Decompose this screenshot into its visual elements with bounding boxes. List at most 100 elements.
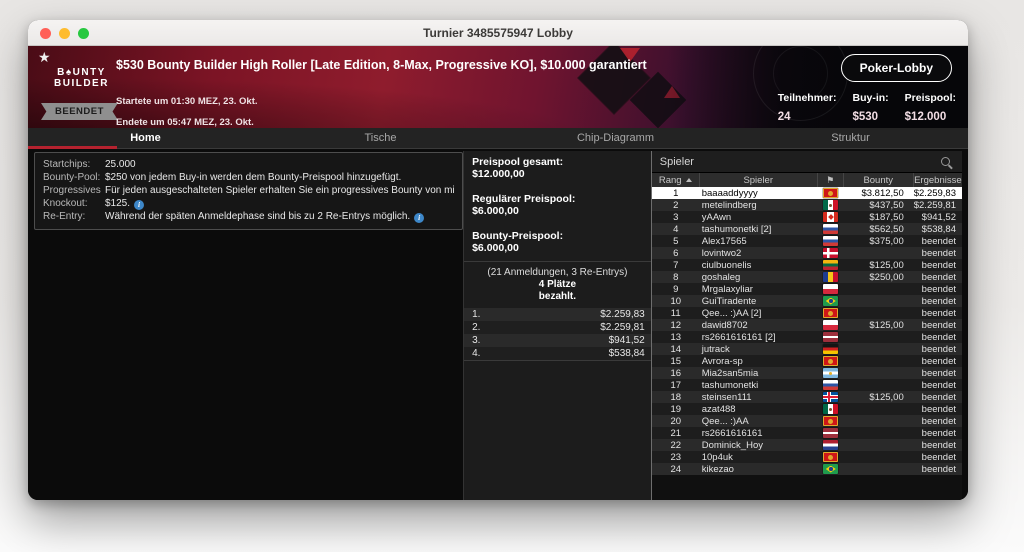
- player-flag-cell: [818, 416, 844, 426]
- table-row[interactable]: 16 Mia2san5mia beendet: [652, 367, 962, 379]
- payout-row[interactable]: 4. $538,84: [464, 347, 651, 360]
- table-row[interactable]: 5 Alex17565 $375,00 beendet: [652, 235, 962, 247]
- country-flag-icon: [823, 236, 838, 246]
- country-flag-icon: [823, 308, 838, 318]
- column-header-results[interactable]: Ergebnisse: [914, 173, 962, 187]
- table-row[interactable]: 4 tashumonetki [2] $562,50 $538,84: [652, 223, 962, 235]
- table-row[interactable]: 21 rs2661616161 beendet: [652, 427, 962, 439]
- player-rank: 15: [652, 356, 700, 367]
- poker-lobby-button[interactable]: Poker-Lobby: [841, 54, 952, 82]
- payout-row[interactable]: 3. $941,52: [464, 334, 651, 347]
- table-row[interactable]: 23 10p4uk beendet: [652, 451, 962, 463]
- player-name: Qee... :)AA: [700, 416, 818, 427]
- table-row[interactable]: 22 Dominick_Hoy beendet: [652, 439, 962, 451]
- table-row[interactable]: 19 azat488 beendet: [652, 403, 962, 415]
- bounty-builder-logo: B♠UNTY BUILDER: [54, 67, 109, 89]
- table-row[interactable]: 2 metelindberg $437,50 $2.259,81: [652, 199, 962, 211]
- table-row[interactable]: 7 ciulbuonelis $125,00 beendet: [652, 259, 962, 271]
- player-bounty: $250,00: [844, 272, 914, 283]
- table-row[interactable]: 13 rs2661616161 [2] beendet: [652, 331, 962, 343]
- player-flag-cell: [818, 392, 844, 402]
- player-rank: 6: [652, 248, 700, 259]
- header-stat: Teilnehmer: 24: [778, 92, 837, 123]
- player-flag-cell: [818, 332, 844, 342]
- table-row[interactable]: 20 Qee... :)AA beendet: [652, 415, 962, 427]
- column-header-flag[interactable]: ⚑: [818, 173, 844, 187]
- payout-place: 1.: [472, 308, 480, 321]
- info-row-label: Knockout:: [43, 197, 101, 210]
- table-row[interactable]: 14 jutrack beendet: [652, 343, 962, 355]
- player-flag-cell: [818, 320, 844, 330]
- player-flag-cell: [818, 380, 844, 390]
- tournament-lobby-window: Turnier 3485575947 Lobby ★ B♠UNTY BUILDE…: [28, 20, 968, 500]
- column-header-bounty[interactable]: Bounty: [844, 173, 914, 187]
- header-stats: Teilnehmer: 24 Buy-in: $530 Preispool: $…: [778, 92, 956, 123]
- minimize-window-button[interactable]: [59, 28, 70, 39]
- payout-row[interactable]: 1. $2.259,83: [464, 308, 651, 321]
- table-row[interactable]: 24 kikezao beendet: [652, 463, 962, 475]
- player-rank: 9: [652, 284, 700, 295]
- player-name: azat488: [700, 404, 818, 415]
- table-row[interactable]: 10 GuiTiradente beendet: [652, 295, 962, 307]
- tab[interactable]: Home: [28, 128, 263, 148]
- tab[interactable]: Struktur: [733, 128, 968, 148]
- country-flag-icon: [823, 332, 838, 342]
- player-flag-cell: [818, 260, 844, 270]
- table-row[interactable]: 8 goshaleg $250,00 beendet: [652, 271, 962, 283]
- player-flag-cell: [818, 212, 844, 222]
- player-search-bar: Spieler: [652, 151, 962, 173]
- country-flag-icon: [823, 344, 838, 354]
- tournament-title: $530 Bounty Builder High Roller [Late Ed…: [116, 58, 647, 72]
- places-line: 4 Plätze: [464, 279, 651, 291]
- prizepool-summary: Preispool gesamt: $12.000,00 Regulärer P…: [464, 151, 651, 261]
- player-result: beendet: [914, 308, 962, 319]
- table-row[interactable]: 1 baaaaddyyyy $3.812,50 $2.259,83: [652, 187, 962, 199]
- info-icon[interactable]: i: [134, 200, 144, 210]
- table-row[interactable]: 3 yAAwn $187,50 $941,52: [652, 211, 962, 223]
- table-row[interactable]: 12 dawid8702 $125,00 beendet: [652, 319, 962, 331]
- payout-place: 3.: [472, 334, 480, 347]
- player-flag-cell: [818, 224, 844, 234]
- player-result: beendet: [914, 344, 962, 355]
- tab[interactable]: Tische: [263, 128, 498, 148]
- window-controls: [40, 28, 89, 39]
- tab-bar: Home Tische Chip-Diagramm Struktur: [28, 128, 968, 149]
- country-flag-icon: [823, 440, 838, 450]
- player-result: beendet: [914, 392, 962, 403]
- payout-row[interactable]: 2. $2.259,81: [464, 321, 651, 334]
- player-bounty: $562,50: [844, 224, 914, 235]
- zoom-window-button[interactable]: [78, 28, 89, 39]
- favorite-star-icon[interactable]: ★: [38, 49, 51, 66]
- player-bounty: $125,00: [844, 392, 914, 403]
- country-flag-icon: [823, 248, 838, 258]
- country-flag-icon: [823, 452, 838, 462]
- prizepool-regular-value: $6.000,00: [472, 205, 643, 217]
- player-rank: 7: [652, 260, 700, 271]
- table-row[interactable]: 17 tashumonetki beendet: [652, 379, 962, 391]
- players-title: Spieler: [660, 156, 941, 168]
- close-window-button[interactable]: [40, 28, 51, 39]
- country-flag-icon: [823, 212, 838, 222]
- search-icon[interactable]: [941, 157, 950, 166]
- country-flag-icon: [823, 224, 838, 234]
- player-bounty: $187,50: [844, 212, 914, 223]
- info-icon[interactable]: i: [414, 213, 424, 223]
- table-row[interactable]: 9 Mrgalaxyliar beendet: [652, 283, 962, 295]
- sort-ascending-icon: [686, 178, 692, 182]
- table-row[interactable]: 18 steinsen111 $125,00 beendet: [652, 391, 962, 403]
- player-rank: 12: [652, 320, 700, 331]
- tab[interactable]: Chip-Diagramm: [498, 128, 733, 148]
- player-name: 10p4uk: [700, 452, 818, 463]
- end-time: Endete um 05:47 MEZ, 23. Okt.: [116, 117, 254, 128]
- column-header-player[interactable]: Spieler: [700, 173, 818, 187]
- table-row[interactable]: 6 lovintwo2 beendet: [652, 247, 962, 259]
- column-header-rank[interactable]: Rang: [652, 173, 700, 187]
- table-row[interactable]: 11 Qee... :)AA [2] beendet: [652, 307, 962, 319]
- player-name: Avrora-sp: [700, 356, 818, 367]
- player-bounty: $437,50: [844, 200, 914, 211]
- table-row[interactable]: 15 Avrora-sp beendet: [652, 355, 962, 367]
- header-stat: Preispool: $12.000: [905, 92, 956, 123]
- player-rank: 17: [652, 380, 700, 391]
- player-name: Mia2san5mia: [700, 368, 818, 379]
- flag-column-icon: ⚑: [826, 175, 834, 186]
